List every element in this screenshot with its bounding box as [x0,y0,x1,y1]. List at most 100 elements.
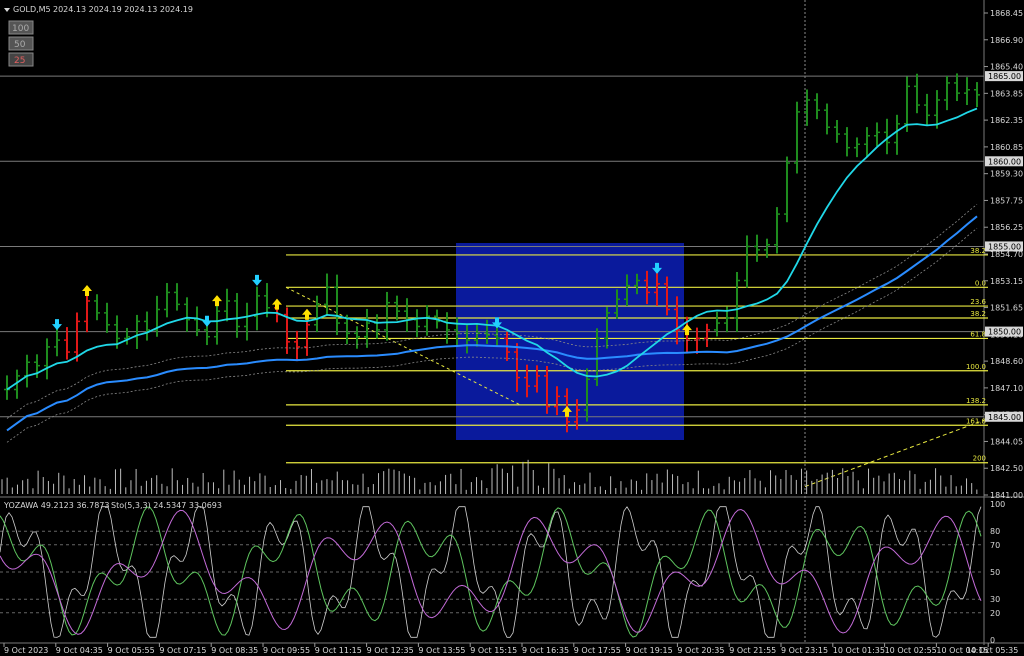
time-tick-label: 9 Oct 12:35 [367,646,414,655]
bull-bar [404,298,410,332]
osc-tick-label: 50 [990,568,1000,577]
bull-bar [314,295,320,333]
oscillator-panel [0,506,984,638]
yozawa-line-1 [0,506,982,638]
time-tick-label: 9 Oct 20:35 [677,646,724,655]
dropdown-triangle-icon[interactable] [4,8,10,12]
price-tick-label: 1848.60 [990,357,1023,366]
bull-bar [104,302,110,333]
bull-bar [44,338,50,380]
bull-bar [364,308,370,348]
zoom-100-label: 100 [12,24,29,34]
bull-bar [244,302,250,341]
zoom-button-50[interactable]: 50 [8,36,34,51]
price-tick-label: 1868.45 [990,9,1023,18]
time-tick-label: 9 Oct 23:15 [781,646,828,655]
bull-bar [354,326,360,349]
price-tick-label: 1865.40 [990,63,1023,72]
bull-bar [814,93,820,120]
price-tick-label: 1851.65 [990,304,1023,313]
price-axis: 1868.45 1866.90 1865.40 1863.85 1862.35 1860.… [984,9,1023,500]
bull-bar [414,309,420,337]
yozawa-line-2 [0,508,982,635]
price-highlight-label: 1865.00 [988,72,1021,81]
fib-label: 138.2 [966,397,986,405]
symbol-label: GOLD,M5 [13,5,51,14]
time-tick-label: 9 Oct 17:55 [574,646,621,655]
price-tick-label: 1844.05 [990,437,1023,446]
bull-bar [914,73,920,114]
oscillator-axis: 100 80 70 50 30 20 0 [990,500,1005,645]
price-tick-label: 1860.85 [990,143,1023,152]
time-tick-label: 9 Oct 15:15 [470,646,517,655]
bull-bar [54,329,60,357]
stoch-main-line [0,506,982,638]
osc-tick-label: 80 [990,527,1000,536]
gold-chart: 38.20.023.638.261.8100.0138.2161.8200 18… [0,0,1024,655]
bull-bar [864,127,870,158]
bull-bar [924,93,930,125]
price-tick-label: 1863.85 [990,89,1023,98]
fib-label: 38.2 [970,247,986,255]
price-tick-label: 1859.30 [990,170,1023,179]
bear-bar [294,330,300,362]
bull-bar [784,156,790,223]
stoch-label: Sto(5,3,3) 24.5347 33.0693 [111,501,222,510]
osc-tick-label: 70 [990,541,1000,550]
buy-arrow-icon [82,284,92,296]
bull-bar [894,114,900,155]
price-tick-label: 1841.00 [990,491,1023,500]
bull-bar [714,311,720,337]
bear-bar [284,307,290,354]
sell-arrow-icon [202,315,212,327]
fib-label: 23.6 [970,298,986,306]
price-tick-label: 1847.10 [990,384,1023,393]
price-highlight-label: 1855.00 [988,242,1021,251]
osc-tick-label: 0 [990,636,995,645]
osc-tick-label: 20 [990,609,1000,618]
bull-bar [944,76,950,111]
fib-label: 200 [973,455,986,463]
yozawa-label: YOZAWA 49.2123 36.7873 [3,501,109,510]
bull-bar [234,293,240,338]
bull-bar [734,272,740,333]
price-tick-label: 1866.90 [990,36,1023,45]
time-tick-label: 9 Oct 07:15 [159,646,206,655]
time-tick-label: 9 Oct 19:15 [626,646,673,655]
bull-bar [854,137,860,158]
bull-bar [164,283,170,318]
time-tick-label: 9 Oct 13:55 [418,646,465,655]
bull-bar [224,288,230,322]
volume-bars [1,459,978,494]
bull-bar [144,311,150,341]
price-tick-label: 1862.35 [990,116,1023,125]
bull-bar [954,73,960,102]
bear-bar [704,323,710,348]
osc-tick-label: 30 [990,595,1000,604]
buy-arrow-icon [212,295,222,307]
bull-bar [154,295,160,337]
osc-tick-label: 100 [990,500,1005,509]
bull-bar [94,294,100,321]
time-tick-label: 10 Oct 02:55 [885,646,937,655]
bull-bar [824,103,830,135]
price-highlight-label: 1845.00 [988,413,1021,422]
bull-bar [844,127,850,157]
fib-label: 61.8 [970,330,986,338]
bull-bar [384,291,390,341]
price-highlight-label: 1860.00 [988,157,1021,166]
fib-label: 38.2 [970,310,986,318]
zoom-25-label: 25 [14,56,25,66]
bull-bar [124,327,130,345]
bull-bar [394,295,400,321]
bull-bar [834,120,840,143]
bull-bar [974,82,980,108]
sell-arrow-icon [252,274,262,286]
price-tick-label: 1857.75 [990,196,1023,205]
zoom-button-25[interactable]: 25 [8,52,34,67]
price-tick-label: 1842.50 [990,464,1023,473]
sell-arrow-icon [52,319,62,331]
zoom-button-100[interactable]: 100 [8,20,34,35]
buy-arrow-icon [272,298,282,310]
price-tick-label: 1856.25 [990,223,1023,232]
